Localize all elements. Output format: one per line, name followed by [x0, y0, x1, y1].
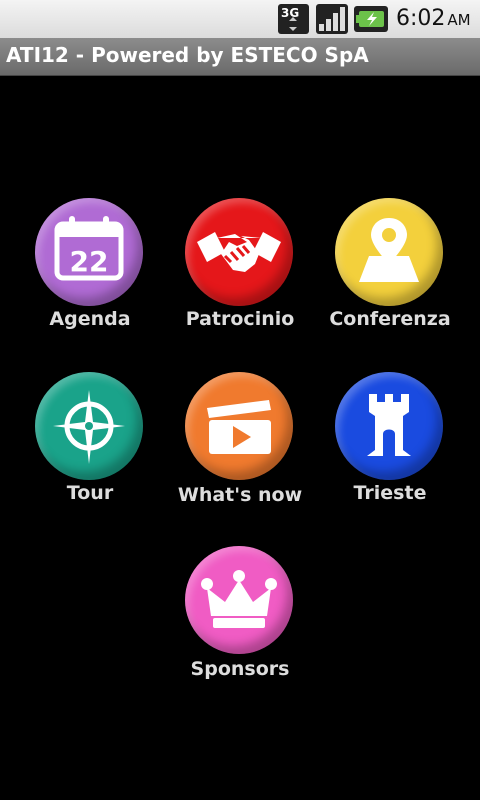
menu-sponsors-button[interactable]: Sponsors: [165, 546, 315, 706]
whats-now-label: What's now: [177, 484, 303, 506]
whats-now-circle: [185, 372, 293, 480]
tour-circle: [35, 372, 143, 480]
conferenza-label: Conferenza: [329, 308, 451, 330]
menu-trieste-button[interactable]: Trieste: [315, 372, 465, 532]
handshake-icon: [197, 232, 281, 272]
clapperboard-icon: [207, 400, 271, 454]
svg-text:22: 22: [70, 245, 109, 278]
signal-strength-icon: [316, 4, 348, 34]
menu-conferenza-button[interactable]: Conferenza: [315, 198, 465, 358]
menu-tour-button[interactable]: Tour: [15, 372, 165, 532]
compass-icon: [53, 390, 125, 464]
menu-agenda-button[interactable]: 22 Agenda: [15, 198, 165, 358]
patrocinio-circle: [185, 198, 293, 306]
app-title-bar: ATI12 - Powered by ESTECO SpA: [0, 38, 480, 76]
svg-text:3G: 3G: [281, 6, 299, 20]
calendar-icon: 22: [54, 216, 124, 281]
app-title: ATI12 - Powered by ESTECO SpA: [6, 43, 369, 67]
menu-whats-now-button[interactable]: What's now: [165, 372, 315, 532]
menu-patrocinio-button[interactable]: Patrocinio: [165, 198, 315, 358]
castle-tower-icon: [367, 394, 411, 456]
agenda-label: Agenda: [49, 308, 131, 330]
battery-charging-icon: [354, 6, 388, 32]
sponsors-label: Sponsors: [190, 658, 290, 680]
trieste-circle: [335, 372, 443, 480]
crown-icon: [201, 570, 277, 628]
conferenza-circle: [335, 198, 443, 306]
agenda-circle: 22: [35, 198, 143, 306]
patrocinio-label: Patrocinio: [185, 308, 295, 330]
network-3g-icon: 3G: [277, 3, 310, 35]
tour-label: Tour: [66, 482, 114, 504]
sponsors-circle: [185, 546, 293, 654]
clock-ampm: AM: [447, 11, 471, 29]
map-pin-icon: [359, 218, 419, 282]
trieste-label: Trieste: [353, 482, 427, 504]
clock-time: 6:02: [396, 6, 446, 31]
clock: 6:02 AM: [396, 4, 471, 35]
status-bar: 3G 6:02 AM: [0, 0, 480, 38]
